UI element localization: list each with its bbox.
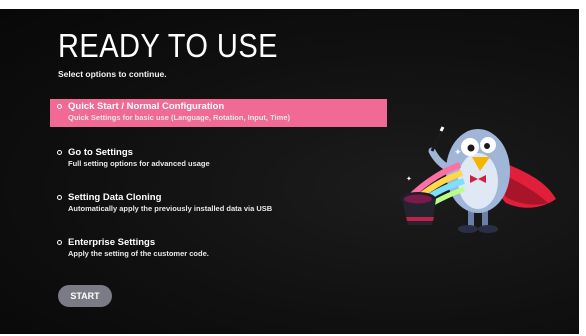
option-quick-start[interactable]: Quick Start / Normal Configuration Quick…	[50, 99, 387, 127]
option-title: Quick Start / Normal Configuration	[68, 101, 225, 112]
option-title: Setting Data Cloning	[68, 192, 162, 203]
ring-bullet-icon	[57, 195, 62, 200]
option-data-cloning[interactable]: Setting Data Cloning Automatically apply…	[50, 190, 387, 218]
option-description: Automatically apply the previously insta…	[68, 204, 273, 213]
start-button[interactable]: START	[58, 285, 112, 307]
svg-text:✦: ✦	[406, 175, 412, 183]
ring-bullet-icon	[57, 150, 62, 155]
option-title: Enterprise Settings	[68, 237, 156, 248]
magician-bird-mascot-icon: ✦ ✦	[400, 126, 556, 233]
option-enterprise-settings[interactable]: Enterprise Settings Apply the setting of…	[50, 235, 387, 263]
option-title: Go to Settings	[68, 147, 133, 158]
option-go-to-settings[interactable]: Go to Settings Full setting options for …	[50, 145, 387, 173]
option-description: Full setting options for advanced usage	[68, 159, 210, 168]
svg-text:✦: ✦	[454, 148, 462, 158]
ring-bullet-icon	[57, 104, 62, 109]
option-description: Apply the setting of the customer code.	[68, 249, 209, 258]
page-title: READY TO USE	[58, 27, 278, 64]
ring-bullet-icon	[57, 240, 62, 245]
option-description: Quick Settings for basic use (Language, …	[68, 113, 290, 122]
page-subtitle: Select options to continue.	[58, 69, 167, 79]
tv-screen: READY TO USE Select options to continue.…	[0, 9, 579, 334]
